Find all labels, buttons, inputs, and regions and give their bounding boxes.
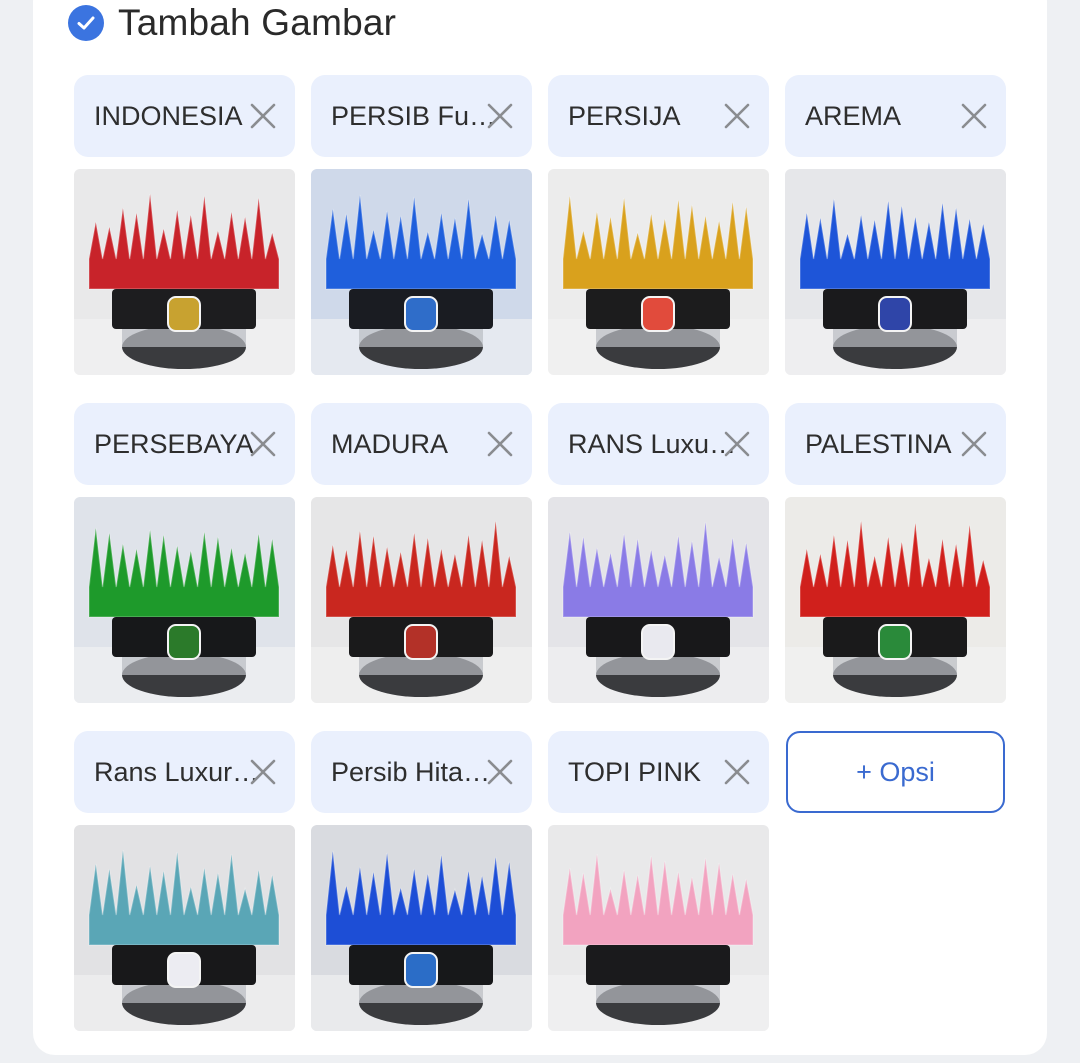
option-chip[interactable]: PALESTINA [785,403,1006,485]
option-label[interactable]: MADURA [331,403,501,485]
remove-icon[interactable] [486,758,514,786]
option-label[interactable]: PERSEBAYA [94,403,264,485]
option-label[interactable]: AREMA [805,75,975,157]
option-chip[interactable]: MADURA [311,403,532,485]
option-image[interactable] [785,497,1006,703]
check-circle-icon[interactable] [68,5,104,41]
option-chip[interactable]: TOPI PINK [548,731,769,813]
option-image[interactable] [548,825,769,1031]
option-chip[interactable]: INDONESIA [74,75,295,157]
option-label[interactable]: Rans Luxury... [94,731,264,813]
option-chip[interactable]: PERSIB Full... [311,75,532,157]
option-chip[interactable]: Persib Hitam... [311,731,532,813]
remove-icon[interactable] [960,430,988,458]
section-header: Tambah Gambar [68,2,396,44]
add-option-button[interactable]: + Opsi [786,731,1005,813]
option-chip[interactable]: PERSEBAYA [74,403,295,485]
option-label[interactable]: PERSIB Full... [331,75,501,157]
remove-icon[interactable] [249,102,277,130]
option-image[interactable] [548,169,769,375]
option-image[interactable] [311,169,532,375]
section-title: Tambah Gambar [118,2,397,43]
remove-icon[interactable] [249,758,277,786]
option-chip[interactable]: PERSIJA [548,75,769,157]
option-chip[interactable]: AREMA [785,75,1006,157]
option-image[interactable] [548,497,769,703]
option-label[interactable]: Persib Hitam... [331,731,501,813]
remove-icon[interactable] [723,430,751,458]
option-label[interactable]: RANS Luxury... [568,403,738,485]
option-image[interactable] [311,497,532,703]
option-label[interactable]: PALESTINA [805,403,975,485]
remove-icon[interactable] [249,430,277,458]
remove-icon[interactable] [723,102,751,130]
remove-icon[interactable] [723,758,751,786]
option-image[interactable] [74,825,295,1031]
remove-icon[interactable] [486,430,514,458]
remove-icon[interactable] [486,102,514,130]
option-chip[interactable]: RANS Luxury... [548,403,769,485]
option-label[interactable]: PERSIJA [568,75,738,157]
option-chip[interactable]: Rans Luxury... [74,731,295,813]
remove-icon[interactable] [960,102,988,130]
option-image[interactable] [74,497,295,703]
option-label[interactable]: TOPI PINK [568,731,738,813]
option-image[interactable] [311,825,532,1031]
option-image[interactable] [74,169,295,375]
option-image[interactable] [785,169,1006,375]
option-label[interactable]: INDONESIA [94,75,264,157]
